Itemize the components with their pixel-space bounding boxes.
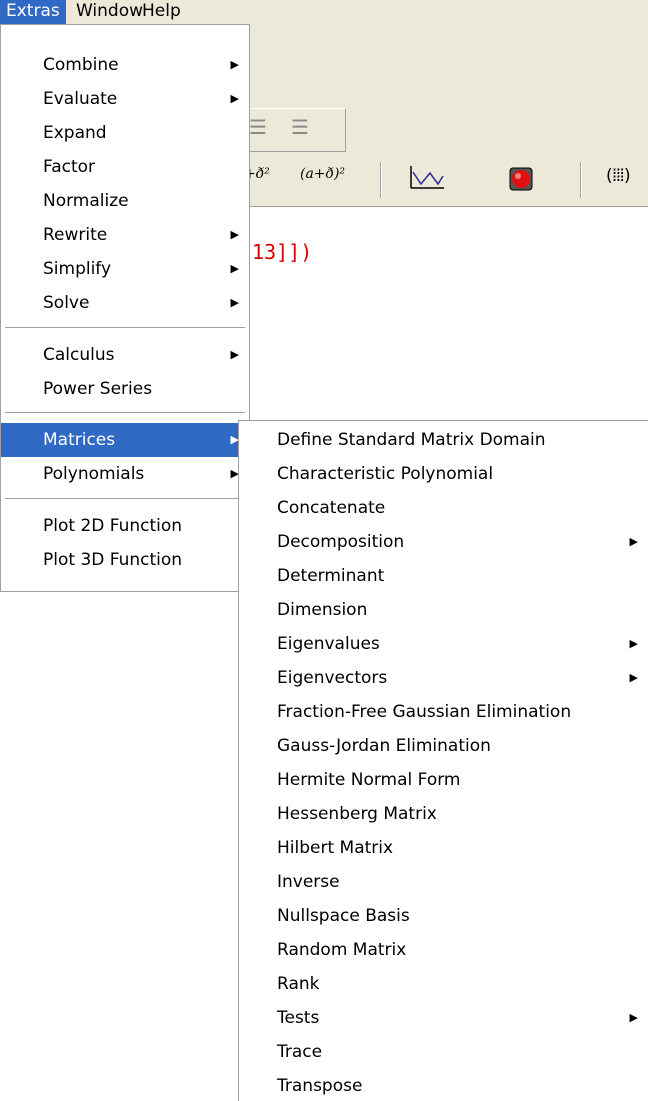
submenu-item-rank[interactable]: Rank (239, 967, 648, 1001)
menu-item-label: Hessenberg Matrix (277, 804, 437, 824)
menu-item-label: Tests (277, 1008, 320, 1028)
toolbar-separator (580, 162, 582, 198)
menu-item-plot-3d-function[interactable]: Plot 3D Function (1, 543, 249, 577)
menu-item-label: Polynomials (43, 464, 145, 484)
menu-item-factor[interactable]: Factor (1, 150, 249, 184)
submenu-item-eigenvalues[interactable]: Eigenvalues ▶ (239, 627, 648, 661)
submenu-item-gauss-jordan-elimination[interactable]: Gauss-Jordan Elimination (239, 729, 648, 763)
submenu-item-decomposition[interactable]: Decomposition ▶ (239, 525, 648, 559)
menu-item-label: Solve (43, 293, 90, 313)
menu-item-label: Calculus (43, 345, 115, 365)
menu-item-label: Factor (43, 157, 96, 177)
submenu-arrow-icon: ▶ (230, 348, 239, 361)
matrices-submenu: Define Standard Matrix Domain Characteri… (238, 420, 648, 1101)
plot-2d-icon[interactable] (408, 164, 446, 197)
menu-item-label: Trace (277, 1042, 323, 1062)
menu-item-label: Hilbert Matrix (277, 838, 394, 858)
indent-decrease-icon[interactable]: ☰ (291, 115, 309, 139)
submenu-item-hermite-normal-form[interactable]: Hermite Normal Form (239, 763, 648, 797)
indent-increase-icon[interactable]: ☰ (249, 115, 267, 139)
menu-item-solve[interactable]: Solve ▶ (1, 286, 249, 320)
submenu-arrow-icon: ▶ (230, 58, 239, 71)
menu-item-label: Fraction-Free Gaussian Elimination (277, 702, 572, 722)
submenu-item-transpose[interactable]: Transpose (239, 1069, 648, 1101)
menu-item-label: Inverse (277, 872, 340, 892)
submenu-item-random-matrix[interactable]: Random Matrix (239, 933, 648, 967)
menu-item-label: Rewrite (43, 225, 108, 245)
submenu-arrow-icon: ▶ (629, 535, 638, 548)
submenu-arrow-icon: ▶ (230, 262, 239, 275)
menu-item-label: Gauss-Jordan Elimination (277, 736, 491, 756)
expression-fragment: .13]]) (240, 240, 313, 264)
menu-item-label: Expand (43, 123, 107, 143)
app-window: Extras Window Help ☰ ☰ +ð² (a+ð)² (⦙⦙⦙) … (0, 0, 648, 1101)
plot-3d-icon[interactable] (506, 164, 538, 199)
menu-separator (5, 412, 245, 413)
menu-help[interactable]: Help (136, 0, 187, 24)
matrix-tool-icon[interactable]: (⦙⦙⦙) (606, 166, 631, 186)
submenu-item-tests[interactable]: Tests ▶ (239, 1001, 648, 1035)
submenu-item-eigenvectors[interactable]: Eigenvectors ▶ (239, 661, 648, 695)
extras-dropdown: Combine ▶ Evaluate ▶ Expand Factor Norma… (0, 24, 250, 592)
submenu-arrow-icon: ▶ (230, 296, 239, 309)
toolbar-separator (380, 162, 382, 198)
submenu-arrow-icon: ▶ (230, 228, 239, 241)
menu-item-label: Evaluate (43, 89, 118, 109)
menu-extras[interactable]: Extras (0, 0, 66, 24)
submenu-arrow-icon: ▶ (629, 1011, 638, 1024)
menu-item-label: Combine (43, 55, 119, 75)
menu-item-calculus[interactable]: Calculus ▶ (1, 338, 249, 372)
menu-item-rewrite[interactable]: Rewrite ▶ (1, 218, 249, 252)
menu-item-label: Determinant (277, 566, 385, 586)
menu-item-label: Plot 3D Function (43, 550, 183, 570)
menu-item-label: Decomposition (277, 532, 405, 552)
submenu-arrow-icon: ▶ (230, 92, 239, 105)
submenu-item-concatenate[interactable]: Concatenate (239, 491, 648, 525)
submenu-item-nullspace-basis[interactable]: Nullspace Basis (239, 899, 648, 933)
tool-binomial-square[interactable]: (a+ð)² (300, 166, 345, 182)
submenu-arrow-icon: ▶ (629, 637, 638, 650)
submenu-item-determinant[interactable]: Determinant (239, 559, 648, 593)
menu-item-label: Characteristic Polynomial (277, 464, 494, 484)
menu-item-label: Rank (277, 974, 320, 994)
menu-item-label: Hermite Normal Form (277, 770, 461, 790)
submenu-item-hessenberg-matrix[interactable]: Hessenberg Matrix (239, 797, 648, 831)
menu-item-matrices[interactable]: Matrices ▶ (1, 423, 249, 457)
menu-item-label: Concatenate (277, 498, 386, 518)
menu-item-polynomials[interactable]: Polynomials ▶ (1, 457, 249, 491)
submenu-item-fraction-free-gaussian-elimination[interactable]: Fraction-Free Gaussian Elimination (239, 695, 648, 729)
submenu-item-define-standard-matrix-domain[interactable]: Define Standard Matrix Domain (239, 423, 648, 457)
menu-item-label: Dimension (277, 600, 368, 620)
menubar: Extras Window Help (0, 0, 648, 25)
submenu-item-characteristic-polynomial[interactable]: Characteristic Polynomial (239, 457, 648, 491)
menu-item-label: Plot 2D Function (43, 516, 183, 536)
menu-item-label: Random Matrix (277, 940, 407, 960)
submenu-item-inverse[interactable]: Inverse (239, 865, 648, 899)
menu-item-label: Transpose (277, 1076, 363, 1096)
menu-item-label: Normalize (43, 191, 129, 211)
submenu-item-dimension[interactable]: Dimension (239, 593, 648, 627)
menu-separator (5, 327, 245, 328)
menu-item-label: Power Series (43, 379, 153, 399)
menu-item-evaluate[interactable]: Evaluate ▶ (1, 82, 249, 116)
menu-item-label: Define Standard Matrix Domain (277, 430, 546, 450)
menu-item-normalize[interactable]: Normalize (1, 184, 249, 218)
submenu-item-trace[interactable]: Trace (239, 1035, 648, 1069)
menu-item-expand[interactable]: Expand (1, 116, 249, 150)
menu-separator (5, 498, 245, 499)
menu-item-label: Matrices (43, 430, 116, 450)
menu-item-label: Nullspace Basis (277, 906, 410, 926)
menu-item-label: Eigenvectors (277, 668, 388, 688)
menu-item-label: Eigenvalues (277, 634, 380, 654)
submenu-arrow-icon: ▶ (629, 671, 638, 684)
menu-item-combine[interactable]: Combine ▶ (1, 48, 249, 82)
menu-item-label: Simplify (43, 259, 112, 279)
menu-item-power-series[interactable]: Power Series (1, 372, 249, 406)
submenu-item-hilbert-matrix[interactable]: Hilbert Matrix (239, 831, 648, 865)
menu-item-plot-2d-function[interactable]: Plot 2D Function (1, 509, 249, 543)
menu-item-simplify[interactable]: Simplify ▶ (1, 252, 249, 286)
